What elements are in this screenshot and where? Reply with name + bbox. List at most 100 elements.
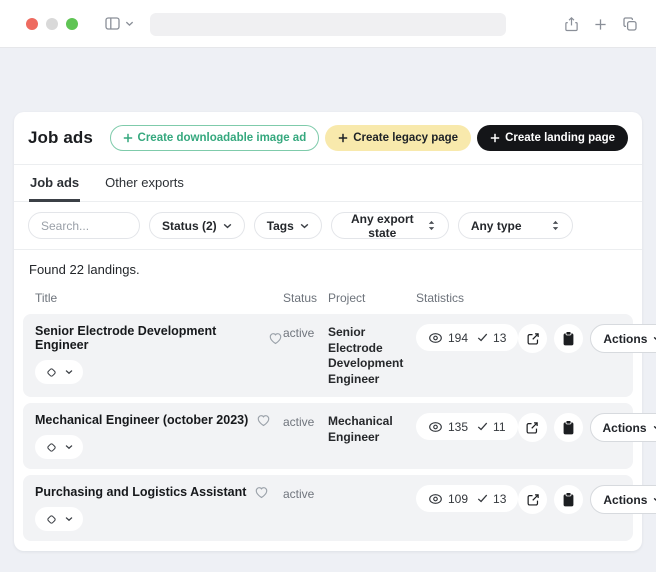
clipboard-icon: [562, 420, 575, 435]
page-title: Job ads: [28, 128, 93, 148]
edit-icon: [526, 493, 540, 507]
project-value: Senior Electrode Development Engineer: [328, 324, 416, 387]
statistics-badge: 194 13: [416, 324, 518, 351]
copy-button[interactable]: [554, 413, 583, 442]
card-header: Job ads Create downloadable image ad: [14, 112, 642, 165]
chevron-down-icon: [223, 223, 232, 229]
minimize-window-button[interactable]: [46, 18, 58, 30]
views-count: 109: [448, 492, 472, 506]
chevron-down-icon: [125, 20, 134, 27]
favorite-heart-icon[interactable]: [254, 485, 269, 499]
new-tab-button[interactable]: [594, 18, 607, 31]
results-summary: Found 22 landings.: [14, 250, 642, 281]
row-tags-dropdown[interactable]: [35, 435, 83, 459]
project-value: [328, 485, 416, 531]
header-actions: Create downloadable image ad Create lega…: [110, 125, 628, 151]
column-header-project: Project: [328, 291, 416, 305]
tag-icon: [45, 513, 58, 526]
chevron-down-icon: [65, 369, 73, 375]
edit-icon: [525, 421, 539, 435]
views-eye-icon: [428, 332, 443, 344]
tab-bar: Job ads Other exports: [14, 165, 642, 202]
row-tags-dropdown[interactable]: [35, 507, 83, 531]
create-landing-page-button[interactable]: Create landing page: [477, 125, 628, 151]
tag-icon: [45, 441, 58, 454]
chevron-down-icon: [300, 223, 309, 229]
chevron-down-icon: [653, 425, 656, 431]
plus-icon: [338, 133, 348, 143]
approved-count: 13: [493, 331, 506, 345]
status-filter-dropdown[interactable]: Status (2): [149, 212, 245, 239]
favorite-heart-icon[interactable]: [268, 331, 283, 345]
actions-menu-button[interactable]: Actions: [590, 324, 656, 353]
page-background: Job ads Create downloadable image ad: [0, 48, 656, 551]
edit-button[interactable]: [518, 324, 547, 353]
filter-bar: Status (2) Tags Any export state: [14, 202, 642, 250]
share-button[interactable]: [564, 16, 579, 33]
clipboard-icon: [562, 492, 575, 507]
copy-button[interactable]: [554, 485, 583, 514]
actions-menu-button[interactable]: Actions: [590, 485, 656, 514]
views-eye-icon: [428, 421, 443, 433]
landing-title: Mechanical Engineer (october 2023): [35, 413, 248, 427]
job-ads-card: Job ads Create downloadable image ad: [14, 112, 642, 551]
tab-job-ads[interactable]: Job ads: [29, 165, 80, 202]
landings-table: Title Status Project Statistics Senior E…: [14, 281, 642, 551]
check-icon: [477, 422, 488, 431]
copy-button[interactable]: [554, 324, 583, 353]
sidebar-chevron-button[interactable]: [125, 20, 134, 27]
sidebar-toggle-button[interactable]: [104, 16, 121, 31]
approved-count: 11: [493, 420, 505, 434]
views-eye-icon: [428, 493, 443, 505]
table-row: Purchasing and Logistics Assistant: [23, 475, 633, 541]
chevron-down-icon: [65, 444, 73, 450]
share-icon: [564, 16, 579, 33]
approved-count: 13: [493, 492, 506, 506]
statistics-badge: 109 13: [416, 485, 518, 512]
type-select[interactable]: Any type: [458, 212, 573, 239]
table-header: Title Status Project Statistics: [23, 285, 633, 314]
views-count: 135: [448, 420, 472, 434]
tag-icon: [45, 366, 58, 379]
window-controls: [26, 18, 78, 30]
search-input[interactable]: [28, 212, 140, 239]
column-header-title: Title: [35, 291, 283, 305]
browser-chrome: [0, 0, 656, 48]
edit-button[interactable]: [518, 485, 547, 514]
chevron-down-icon: [65, 516, 73, 522]
tabs-icon: [622, 16, 638, 32]
tab-other-exports[interactable]: Other exports: [104, 165, 185, 202]
statistics-badge: 135 11: [416, 413, 518, 440]
address-bar[interactable]: [150, 13, 506, 36]
row-tags-dropdown[interactable]: [35, 360, 83, 384]
project-value: Mechanical Engineer: [328, 413, 416, 459]
plus-icon: [594, 18, 607, 31]
column-header-statistics: Statistics: [416, 291, 621, 305]
plus-icon: [490, 133, 500, 143]
actions-menu-button[interactable]: Actions: [590, 413, 656, 442]
status-value: active: [283, 324, 328, 387]
updown-arrows-icon: [427, 219, 436, 232]
check-icon: [477, 494, 488, 503]
tags-filter-dropdown[interactable]: Tags: [254, 212, 322, 239]
edit-button[interactable]: [518, 413, 547, 442]
status-value: active: [283, 485, 328, 531]
table-row: Senior Electrode Development Engineer: [23, 314, 633, 397]
tab-overview-button[interactable]: [622, 16, 638, 32]
zoom-window-button[interactable]: [66, 18, 78, 30]
landing-title: Senior Electrode Development Engineer: [35, 324, 260, 352]
landing-title: Purchasing and Logistics Assistant: [35, 485, 246, 499]
edit-icon: [526, 332, 540, 346]
create-legacy-page-button[interactable]: Create legacy page: [325, 125, 471, 151]
close-window-button[interactable]: [26, 18, 38, 30]
plus-icon: [123, 133, 133, 143]
export-state-select[interactable]: Any export state: [331, 212, 449, 239]
favorite-heart-icon[interactable]: [256, 413, 271, 427]
create-downloadable-image-ad-button[interactable]: Create downloadable image ad: [110, 125, 320, 151]
clipboard-icon: [562, 331, 575, 346]
table-row: Mechanical Engineer (october 2023): [23, 403, 633, 469]
check-icon: [477, 333, 488, 342]
status-value: active: [283, 413, 328, 459]
column-header-status: Status: [283, 291, 328, 305]
views-count: 194: [448, 331, 472, 345]
